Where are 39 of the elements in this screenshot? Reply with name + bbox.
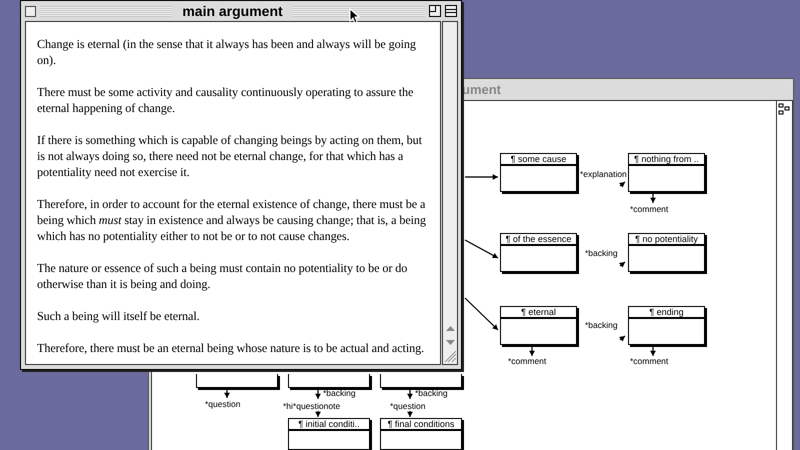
diagram-node[interactable]: ¶ no potentiality xyxy=(628,233,705,272)
paragraph: Such a being will itself be eternal. xyxy=(37,308,201,324)
resize-grip-icon[interactable] xyxy=(444,350,457,363)
diagram-node[interactable] xyxy=(288,374,370,388)
paragraph: Change is eternal (in the sense that it always has been and always will be going on). xyxy=(37,36,417,68)
diagram-node[interactable]: ¶ eternal xyxy=(500,306,577,345)
link-label: *backing xyxy=(585,320,618,331)
link-label: *comment xyxy=(508,356,546,367)
scrollbar[interactable] xyxy=(776,100,793,450)
link-label: *question xyxy=(390,401,426,412)
diagram-node[interactable] xyxy=(380,374,462,388)
link-label: *backing xyxy=(585,248,618,259)
zoom-box-icon[interactable] xyxy=(429,5,442,17)
scrollbar[interactable] xyxy=(442,21,458,365)
collapse-box-icon[interactable] xyxy=(445,5,458,17)
paragraph: Therefore, there must be an eternal being whose nature is to be actual and acting. xyxy=(37,340,426,356)
link-label: *comment xyxy=(630,204,668,215)
diagram-node[interactable] xyxy=(196,374,278,388)
diagram-node[interactable]: ¶ nothing from .. xyxy=(628,153,705,192)
paragraph: Therefore, in order to account for the eternal existence of change, there must be a being which must stay in existence and always be causing change; that is, a being which has no potentiality either to not be or to not cause changes. xyxy=(37,196,427,244)
layout-icon[interactable] xyxy=(777,102,791,116)
paragraph: The nature or essence of such a being must contain no potentiality to be or do otherwise than it is being and doing. xyxy=(37,260,408,292)
diagram-node[interactable]: ¶ some cause xyxy=(500,153,577,192)
link-label: *backing xyxy=(323,388,356,399)
paragraph: If there is something which is capable of changing beings by acting on them, but is not always doing so, there need not be eternal change, for that which has a potentiality need not exercise it. xyxy=(37,132,423,180)
paragraph: There must be some activity and causality continuously operating to assure the eternal happening of change. xyxy=(37,84,414,116)
link-label: *comment xyxy=(630,356,668,367)
window-title: ument xyxy=(462,82,501,97)
pointer-icon xyxy=(349,8,360,24)
link-label: *explanation xyxy=(580,169,627,180)
diagram-node[interactable]: ¶ of the essence xyxy=(500,233,577,272)
diagram-node[interactable]: ¶ final conditions xyxy=(380,418,462,450)
close-box[interactable] xyxy=(25,6,36,16)
diagram-node[interactable]: ¶ initial conditi.. xyxy=(288,418,370,450)
link-label: *hi*questionote xyxy=(283,401,340,412)
link-label: *backing xyxy=(415,388,448,399)
window-title: main argument xyxy=(181,3,284,19)
link-label: *question xyxy=(205,399,240,410)
diagram-node[interactable]: ¶ ending xyxy=(628,306,705,345)
